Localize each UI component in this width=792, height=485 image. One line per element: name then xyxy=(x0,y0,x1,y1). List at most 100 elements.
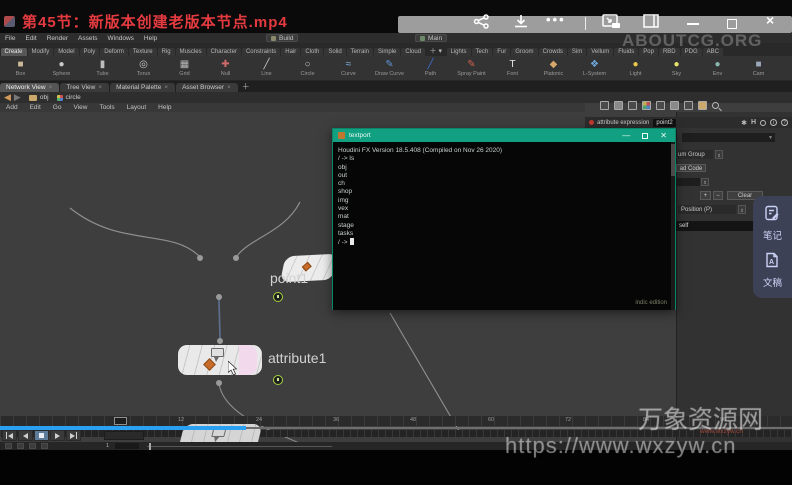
nav-back-icon[interactable]: ◀ xyxy=(4,92,11,103)
shelf-tab[interactable]: Hair xyxy=(281,48,300,56)
play-forward-button[interactable] xyxy=(50,430,65,441)
shelf-tool[interactable]: ▮Tube xyxy=(82,59,123,77)
tree-icon[interactable] xyxy=(614,101,623,110)
shelf-tool[interactable]: ▦Grid xyxy=(164,59,205,77)
shelf-tab[interactable]: Poly xyxy=(80,48,100,56)
share-icon[interactable] xyxy=(473,14,490,29)
shelf-tab[interactable]: Rig xyxy=(158,48,175,56)
terminal-close-icon[interactable]: ✕ xyxy=(660,131,667,140)
menu-item[interactable]: Windows xyxy=(103,35,139,42)
take-selector[interactable]: Main xyxy=(415,34,447,42)
shelf-tool[interactable]: ✎Spray Paint xyxy=(451,59,492,77)
close-button[interactable]: × xyxy=(766,12,774,28)
shelf-tab[interactable]: Lights xyxy=(447,48,471,56)
range-end-field[interactable] xyxy=(115,443,139,449)
shelf-tab[interactable]: Fur xyxy=(493,48,510,56)
audio-toggle-icon[interactable] xyxy=(17,443,24,449)
shelf-tab[interactable]: Groom xyxy=(511,48,537,56)
loop-toggle-icon[interactable] xyxy=(29,443,36,449)
shelf-tab[interactable]: Character xyxy=(207,48,241,56)
shelf-tool[interactable]: ●Sky xyxy=(656,59,697,77)
textport-title-bar[interactable]: textport — ✕ xyxy=(333,129,675,142)
tab-close-icon[interactable]: × xyxy=(164,84,168,91)
menu-item[interactable]: Edit xyxy=(20,35,41,42)
folder-icon[interactable] xyxy=(698,101,707,110)
tab-close-icon[interactable]: × xyxy=(49,84,53,91)
pane-tab[interactable]: Asset Browser× xyxy=(176,83,238,92)
nav-forward-icon[interactable]: ▶ xyxy=(14,92,21,103)
video-content-houdini[interactable]: FileEditRenderAssetsWindowsHelp Build Ma… xyxy=(0,33,792,450)
shelf-tab[interactable]: Modify xyxy=(28,48,54,56)
shelf-tool[interactable]: ○Circle xyxy=(287,59,328,77)
shelf-tab[interactable]: Cloud xyxy=(401,48,425,56)
search-icon[interactable] xyxy=(712,102,719,109)
shelf-tab[interactable]: RBD xyxy=(659,48,680,56)
shelf-tool[interactable]: ╱Path xyxy=(410,59,451,77)
transcript-button[interactable]: A 文稿 xyxy=(763,252,782,289)
input-connector[interactable] xyxy=(197,255,203,261)
pane-tab[interactable]: Material Palette× xyxy=(110,83,175,92)
minimize-button[interactable] xyxy=(687,23,699,25)
shelf-tab[interactable]: Solid xyxy=(324,48,345,56)
textport-output[interactable]: Houdini FX Version 18.5.408 (Compiled on… xyxy=(333,142,675,310)
seekbar-progress[interactable] xyxy=(0,426,246,430)
shelf-tab[interactable]: Create xyxy=(1,48,27,56)
shelf-tab[interactable]: Deform xyxy=(100,48,128,56)
tab-close-icon[interactable]: × xyxy=(227,84,231,91)
layout-grid-icon[interactable] xyxy=(656,101,665,110)
shelf-tab[interactable]: Constraints xyxy=(242,48,280,56)
shelf-tool[interactable]: ●Sphere xyxy=(41,59,82,77)
menu-item[interactable]: File xyxy=(0,35,20,42)
textport-window[interactable]: textport — ✕ Houdini FX Version 18.5.408… xyxy=(332,128,676,310)
shelf-tab[interactable]: Model xyxy=(54,48,78,56)
shelf-tool[interactable]: ✚Null xyxy=(205,59,246,77)
shelf-tool[interactable]: ◎Torus xyxy=(123,59,164,77)
menu-item[interactable]: Help xyxy=(139,35,162,42)
menu-item[interactable]: View xyxy=(67,104,93,111)
shelf-tool[interactable]: ●Light xyxy=(615,59,656,77)
realtime-toggle-icon[interactable] xyxy=(5,443,12,449)
range-slider[interactable] xyxy=(147,446,332,447)
shelf-add-tab-button[interactable]: ＋ ▾ xyxy=(426,46,446,56)
output-connector[interactable] xyxy=(216,380,222,386)
node-point1[interactable] xyxy=(178,345,262,375)
stop-button[interactable] xyxy=(34,430,49,441)
playbar-settings-icon[interactable] xyxy=(41,443,48,449)
shelf-tab[interactable]: Terrain xyxy=(347,48,373,56)
shelf-tab[interactable]: Muscles xyxy=(176,48,206,56)
menu-item[interactable]: Assets xyxy=(73,35,103,42)
terminal-maximize-icon[interactable] xyxy=(642,133,648,139)
shelf-tool[interactable]: TFont xyxy=(492,59,533,77)
menu-item[interactable]: Add xyxy=(0,104,24,111)
shelf-tool[interactable]: ■Box xyxy=(0,59,41,77)
tab-close-icon[interactable]: × xyxy=(98,84,102,91)
shelf-tool[interactable]: ■Cam xyxy=(738,59,779,77)
notes-button[interactable]: 笔记 xyxy=(763,205,782,242)
color-palette-icon[interactable] xyxy=(642,101,651,110)
shelf-tab[interactable]: Vellum xyxy=(587,48,613,56)
mini-player-icon[interactable] xyxy=(602,14,621,29)
maximize-button[interactable] xyxy=(727,19,737,29)
new-pane-tab-button[interactable]: ＋ xyxy=(242,81,250,92)
shelf-tab[interactable]: Crowds xyxy=(539,48,567,56)
shelf-tool[interactable]: ≈Curve xyxy=(328,59,369,77)
terminal-minimize-icon[interactable]: — xyxy=(622,131,630,140)
current-frame-marker[interactable] xyxy=(114,417,127,425)
floating-panel-icon[interactable] xyxy=(670,101,679,110)
shelf-tool[interactable]: ●Env xyxy=(697,59,738,77)
output-connector[interactable] xyxy=(216,294,222,300)
play-reverse-button[interactable] xyxy=(18,430,33,441)
render-view-icon[interactable] xyxy=(684,101,693,110)
shelf-tab[interactable]: Pop xyxy=(639,48,658,56)
shelf-tab[interactable]: Tech xyxy=(472,48,493,56)
menu-item[interactable]: Tools xyxy=(93,104,120,111)
menu-item[interactable]: Layout xyxy=(121,104,153,111)
pane-tab[interactable]: Network View× xyxy=(0,83,59,92)
pane-tab[interactable]: Tree View× xyxy=(60,83,109,92)
shelf-tab[interactable]: Simple xyxy=(374,48,400,56)
tools-icon[interactable] xyxy=(600,101,609,110)
input-connector[interactable] xyxy=(217,338,223,344)
more-options-icon[interactable]: ••• xyxy=(546,12,566,27)
shelf-tool[interactable]: ❖L-System xyxy=(574,59,615,77)
shelf-tool[interactable]: ◆Platonic xyxy=(533,59,574,77)
